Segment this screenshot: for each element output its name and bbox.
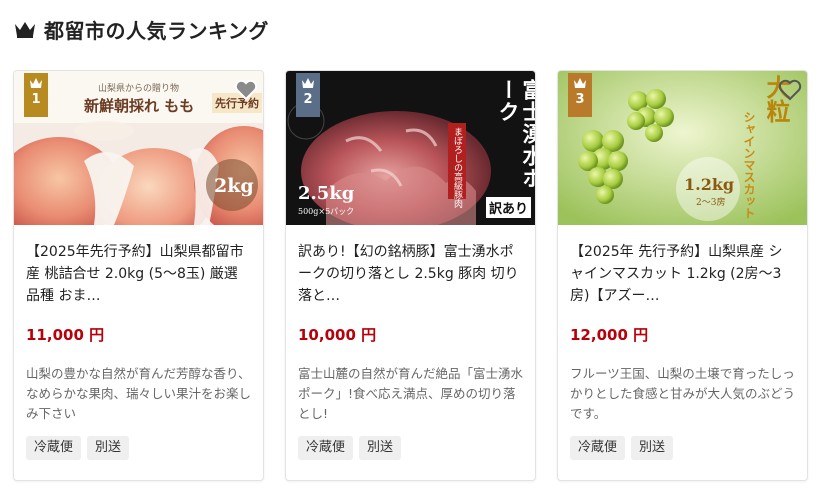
heart-icon[interactable]	[233, 77, 259, 103]
product-price: 11,000 円	[26, 326, 105, 344]
tag-refrigerated: 冷蔵便	[298, 436, 354, 460]
tag-refrigerated: 冷蔵便	[26, 436, 82, 460]
image-caption: まぼろしの高級豚肉	[452, 127, 462, 208]
ranking-list: 山梨県からの贈り物 新鮮朝採れ もも 先行予約 2kg 1 【2025年先行予約…	[13, 70, 808, 481]
rank-badge: 2	[296, 73, 320, 117]
tag-list: 冷蔵便 別送	[298, 436, 523, 460]
product-image-pork[interactable]: 富士湧水ポーク まぼろしの高級豚肉 訳あり 2.5kg 500g×5パック 2	[286, 71, 536, 225]
product-price: 10,000 円	[298, 326, 377, 344]
rank-number: 3	[575, 92, 585, 107]
tag-separate-shipping: 別送	[87, 436, 130, 460]
ranking-card[interactable]: 富士湧水ポーク まぼろしの高級豚肉 訳あり 2.5kg 500g×5パック 2 …	[285, 70, 536, 481]
image-caption: 2kg	[214, 175, 254, 197]
crown-icon	[15, 22, 35, 38]
image-caption: 新鮮朝採れ もも	[84, 97, 195, 115]
product-title[interactable]: 訳あり!【幻の銘柄豚】富士湧水ポークの切り落とし 2.5kg 豚肉 切り落と…	[298, 241, 523, 307]
rank-number: 2	[303, 92, 313, 107]
image-caption: シャインマスカット	[742, 111, 756, 219]
rank-number: 1	[31, 92, 41, 107]
image-caption: 2〜3房	[696, 198, 726, 208]
image-caption: 1.2kg	[684, 175, 735, 194]
tag-separate-shipping: 別送	[359, 436, 402, 460]
ranking-card[interactable]: 山梨県からの贈り物 新鮮朝採れ もも 先行予約 2kg 1 【2025年先行予約…	[13, 70, 264, 481]
tag-separate-shipping: 別送	[631, 436, 674, 460]
product-description: 山梨の豊かな自然が育んだ芳醇な香り、なめらかな果肉、瑞々しい果汁をお楽しみ下さい	[26, 366, 251, 421]
image-caption: 500g×5パック	[298, 207, 355, 216]
crown-icon	[302, 78, 314, 88]
page-title: 都留市の人気ランキング	[44, 18, 269, 43]
image-caption: 2.5kg	[298, 183, 355, 204]
rank-badge: 1	[24, 73, 48, 117]
product-title[interactable]: 【2025年先行予約】山梨県都留市産 桃詰合せ 2.0kg (5〜8玉) 厳選品…	[26, 241, 251, 307]
tag-refrigerated: 冷蔵便	[570, 436, 626, 460]
product-description: 富士山麓の自然が育んだ絶品「富士湧水ポーク」!食べ応え満点、厚めの切り落とし!	[298, 366, 523, 421]
ranking-header: 都留市の人気ランキング	[14, 14, 269, 44]
product-price: 12,000 円	[570, 326, 649, 344]
tag-list: 冷蔵便 別送	[570, 436, 795, 460]
image-caption: 山梨県からの贈り物	[98, 84, 180, 94]
crown-icon	[30, 78, 42, 88]
ranking-card[interactable]: 大粒 シャインマスカット 1.2kg 2〜3房 3 【2025年 先行予約】山梨…	[557, 70, 808, 481]
product-image-peach[interactable]: 山梨県からの贈り物 新鮮朝採れ もも 先行予約 2kg 1	[14, 71, 263, 225]
rank-badge: 3	[568, 73, 592, 117]
product-image-grape[interactable]: 大粒 シャインマスカット 1.2kg 2〜3房 3	[558, 71, 807, 225]
product-title[interactable]: 【2025年 先行予約】山梨県産 シャインマスカット 1.2kg (2房〜3房)…	[570, 241, 795, 307]
heart-icon[interactable]	[777, 77, 803, 103]
image-caption: 訳あり	[486, 197, 532, 218]
product-description: フルーツ王国、山梨の土壌で育ったしっかりとした食感と甘みが大人気のぶどうです。	[570, 366, 795, 421]
crown-icon	[574, 78, 586, 88]
tag-list: 冷蔵便 別送	[26, 436, 251, 460]
image-caption: 富士湧水ポーク	[496, 79, 536, 189]
